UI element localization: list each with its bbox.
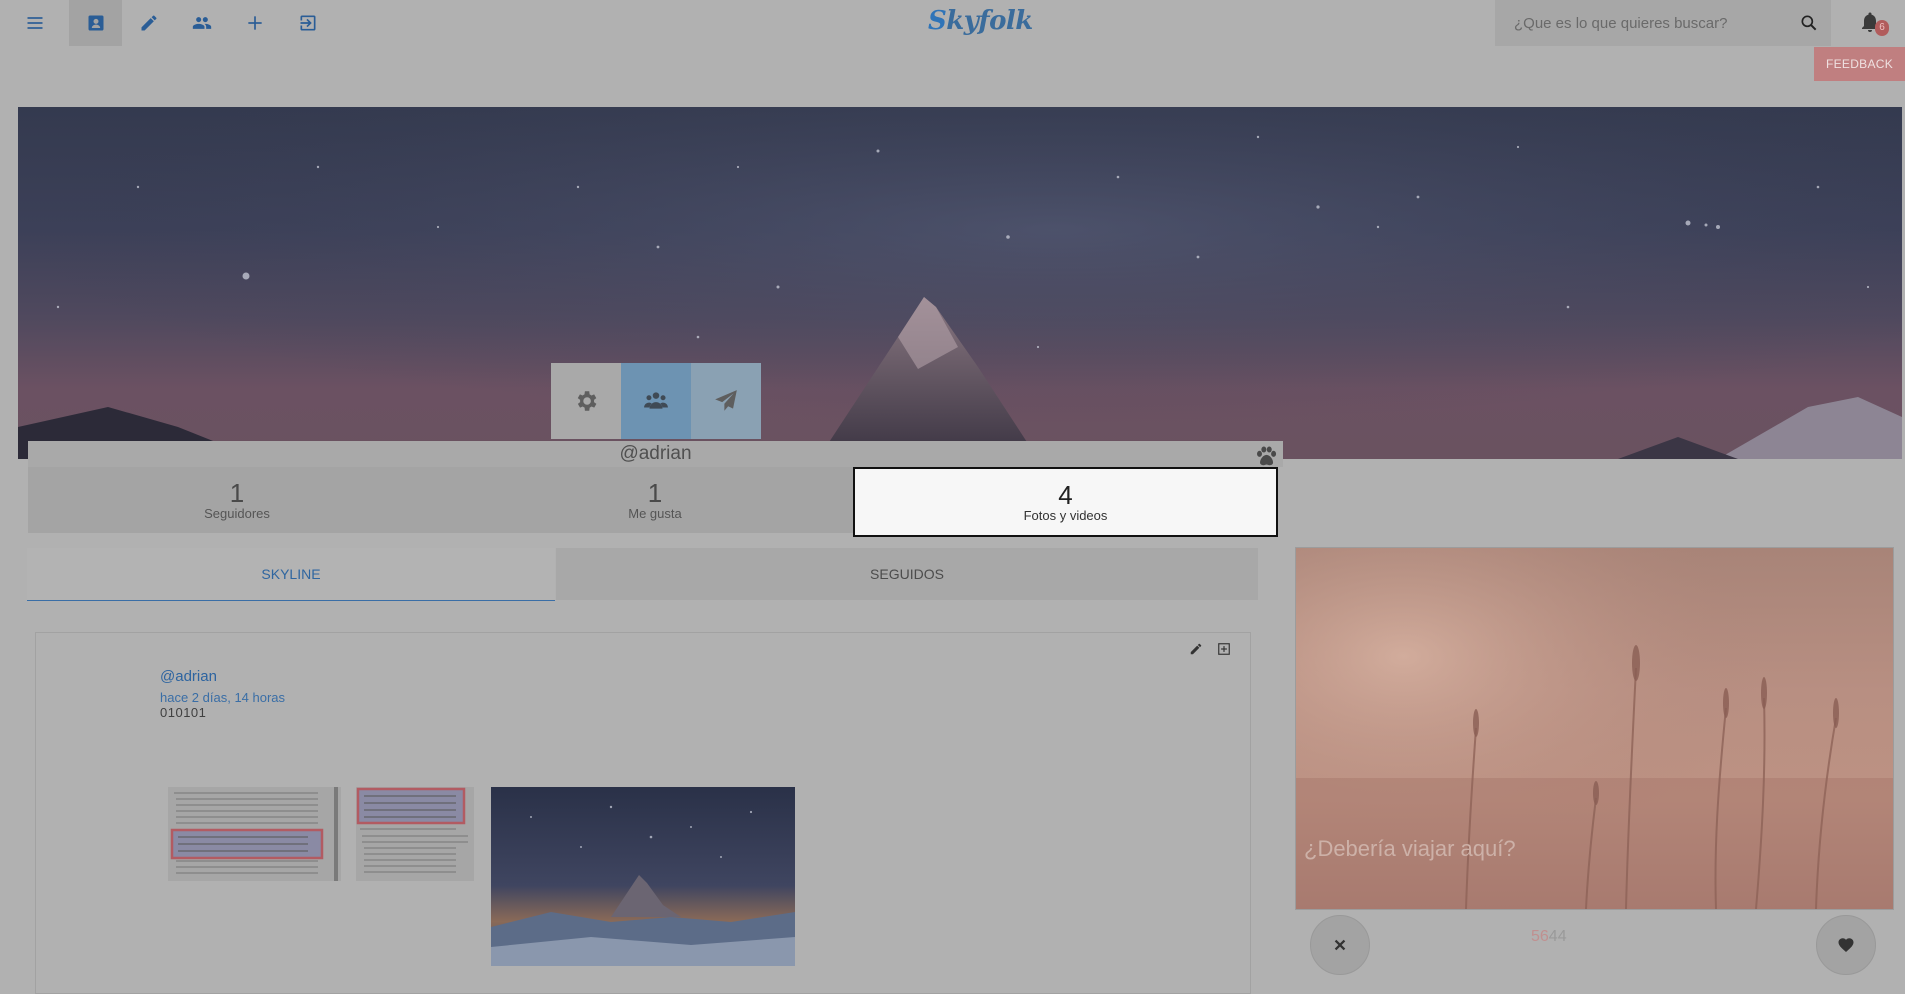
write-button[interactable] [122,0,175,46]
people-icon [192,17,211,29]
settings-button[interactable] [551,363,621,439]
expand-icon[interactable] [1217,642,1231,656]
menu-button[interactable] [8,0,61,46]
send-message-button[interactable] [691,363,761,439]
menu-icon [27,17,42,29]
stat-likes-value: 1 [647,478,663,508]
post-author[interactable]: @adrian [160,668,217,685]
users-icon [644,392,668,409]
tab-seguidos[interactable]: SEGUIDOS [556,548,1258,600]
post-attachment-document-1[interactable] [168,787,341,881]
logout-button[interactable] [281,0,334,46]
stat-photos-label: Fotos y videos [1023,508,1108,523]
post-attachment-document-2[interactable] [356,787,474,881]
tab-skyline[interactable]: SKYLINE [27,548,555,601]
post-attachment-photo[interactable] [491,787,795,966]
friends-requests-button[interactable] [621,363,691,439]
edit-icon[interactable] [1189,642,1203,656]
friends-button[interactable] [175,0,228,46]
stat-followers[interactable]: 1 Seguidores [28,467,446,533]
close-icon [1334,939,1346,951]
search-input[interactable] [1514,0,1784,46]
search-icon[interactable] [1799,13,1819,33]
gear-icon [577,391,597,411]
paw-icon[interactable] [1253,443,1279,469]
stat-likes-label: Me gusta [628,506,682,521]
skyfolk-logo[interactable]: Skyfolk [928,6,1033,36]
promo-votes: 5644 [1531,928,1567,946]
post-text: 010101 [160,705,207,720]
plus-icon [247,16,262,30]
profile-button[interactable] [69,0,122,46]
stat-photos[interactable]: 4 Fotos y videos [853,467,1278,537]
feedback-button[interactable]: FEEDBACK [1814,47,1905,81]
dislike-button[interactable] [1310,915,1370,975]
top-navbar: Skyfolk 6 [0,0,1905,46]
add-button[interactable] [228,0,281,46]
votes-up: 56 [1531,928,1549,945]
heart-icon [1838,938,1854,953]
post-time: hace 2 días, 14 horas [160,690,286,705]
like-button[interactable] [1816,915,1876,975]
profile-username: @adrian [28,441,1283,467]
votes-down: 44 [1548,928,1567,945]
stat-followers-value: 1 [229,478,245,508]
stat-photos-value: 4 [1058,480,1073,510]
paper-plane-icon [715,390,737,411]
stat-likes[interactable]: 1 Me gusta [446,467,864,533]
profile-card-icon [88,15,103,31]
logout-icon [300,15,315,31]
pencil-icon [141,15,156,31]
stat-followers-label: Seguidores [204,506,270,521]
promo-question: ¿Debería viajar aquí? [1304,836,1516,861]
notification-badge: 6 [1875,20,1889,36]
search-box [1495,0,1831,46]
cover-image [18,107,1902,459]
